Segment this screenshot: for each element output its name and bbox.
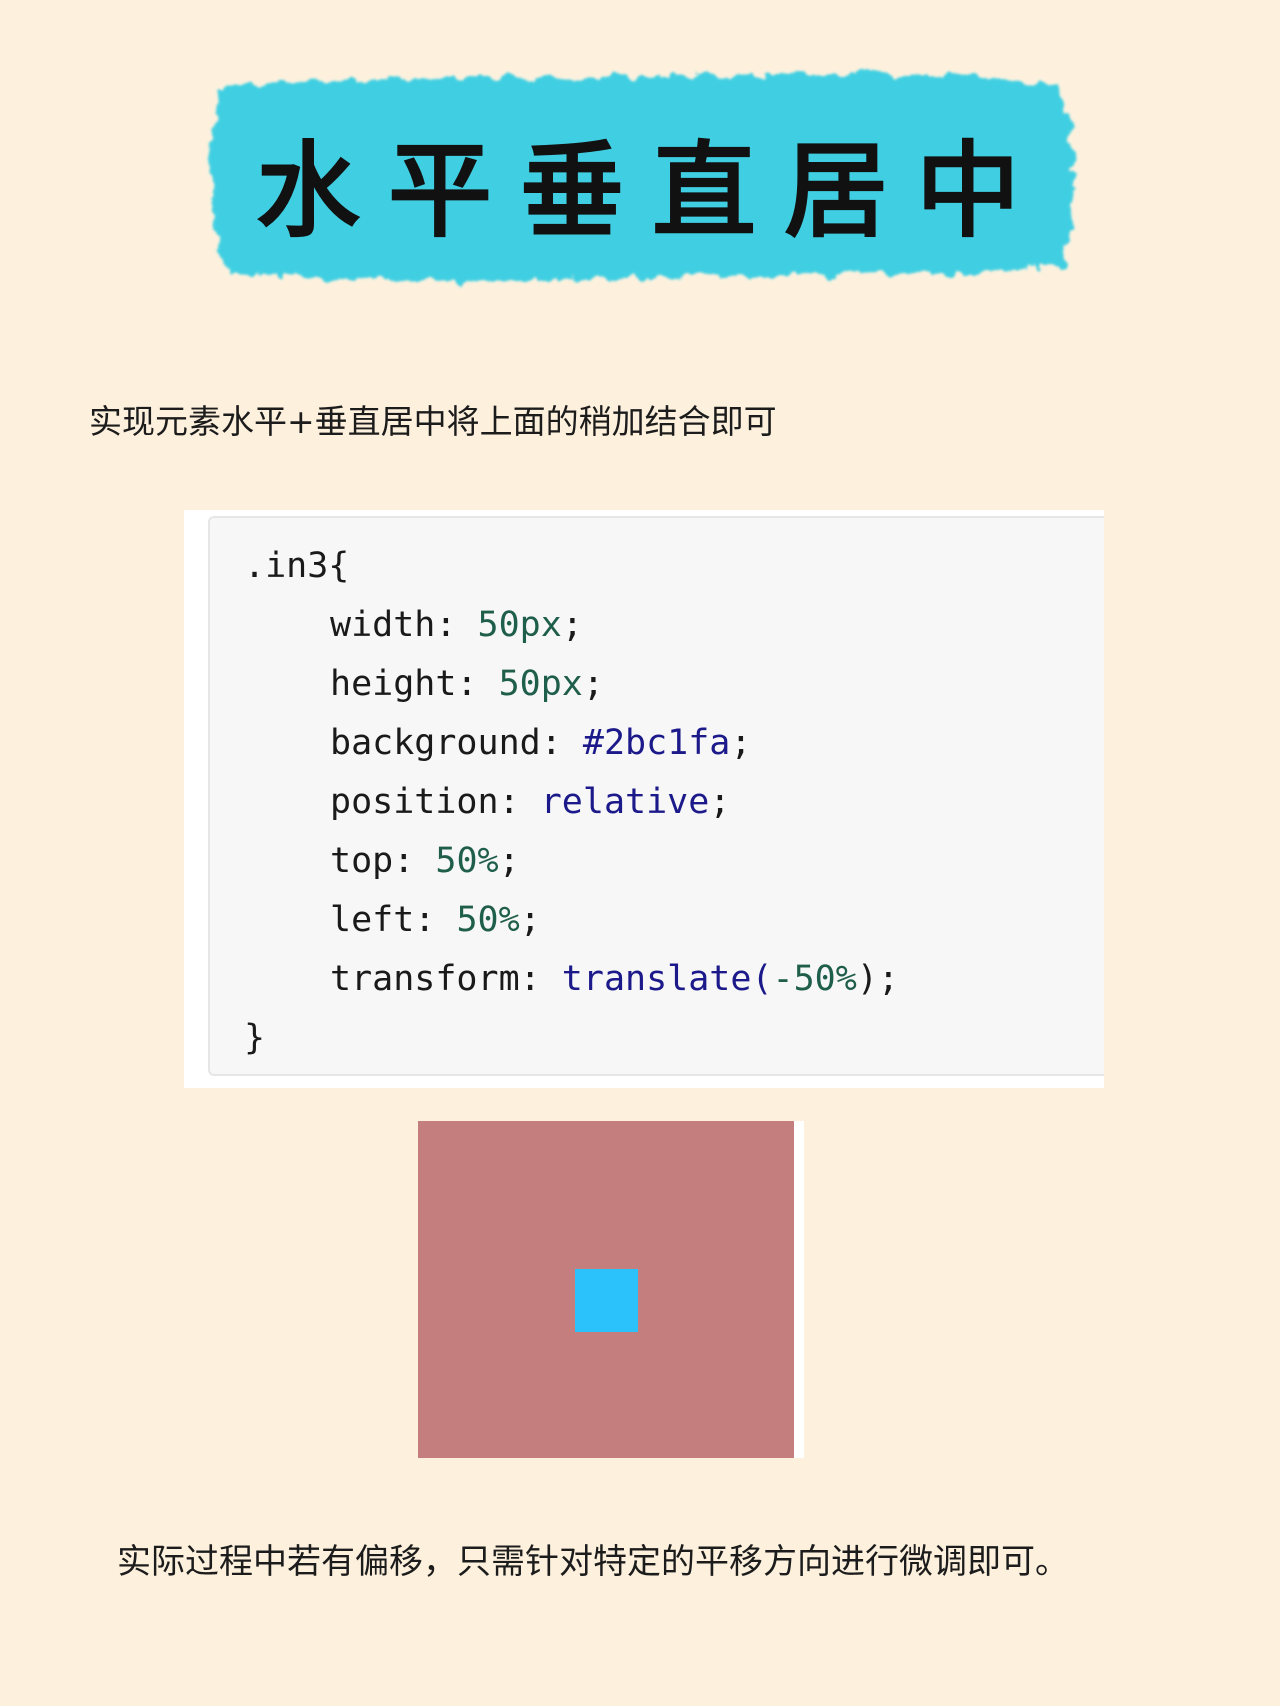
code-line-transform: transform: translate(-50%);	[330, 959, 899, 999]
demo-centered-square	[575, 1269, 638, 1332]
code-line-left: left: 50%;	[330, 900, 541, 940]
demo-frame	[418, 1121, 804, 1458]
code-value: -50%	[772, 959, 857, 999]
code-end: ;	[498, 841, 520, 881]
code-end: ;	[730, 723, 752, 763]
code-value: 50%	[456, 900, 520, 940]
code-line-height: height: 50px;	[330, 664, 604, 704]
code-end: ;	[561, 605, 583, 645]
intro-text: 实现元素水平+垂直居中将上面的稍加结合即可	[89, 402, 777, 441]
code-value: 50px	[477, 605, 562, 645]
code-selector: .in3{	[244, 546, 350, 586]
code-end: ;	[519, 900, 541, 940]
code-value: relative	[540, 782, 710, 822]
code-prop: left:	[330, 900, 436, 940]
code-value: 50%	[435, 841, 499, 881]
outro-text: 实际过程中若有偏移，只需针对特定的平移方向进行微调即可。	[117, 1542, 1069, 1582]
demo-parent-box	[418, 1121, 794, 1458]
code-prop: width:	[330, 605, 457, 645]
code-line-width: width: 50px;	[330, 605, 583, 645]
code-block: .in3{ width: 50px; height: 50px; backgro…	[208, 516, 1104, 1076]
code-function: translate(	[561, 959, 773, 999]
code-end: );	[856, 959, 899, 999]
code-panel: .in3{ width: 50px; height: 50px; backgro…	[184, 510, 1104, 1088]
code-prop: background:	[330, 723, 562, 763]
code-end: ;	[709, 782, 731, 822]
code-line-top: top: 50%;	[330, 841, 520, 881]
code-prop: position:	[330, 782, 520, 822]
code-prop: height:	[330, 664, 478, 704]
code-line-position: position: relative;	[330, 782, 730, 822]
code-prop: top:	[330, 841, 415, 881]
code-line-background: background: #2bc1fa;	[330, 723, 751, 763]
code-prop: transform:	[330, 959, 541, 999]
code-end: ;	[582, 664, 604, 704]
page-title: 水平垂直居中	[255, 128, 1048, 252]
code-closing-brace: }	[244, 1018, 266, 1058]
title-banner: 水平垂直居中	[188, 66, 1088, 296]
code-value: 50px	[498, 664, 583, 704]
code-value: #2bc1fa	[582, 723, 731, 763]
